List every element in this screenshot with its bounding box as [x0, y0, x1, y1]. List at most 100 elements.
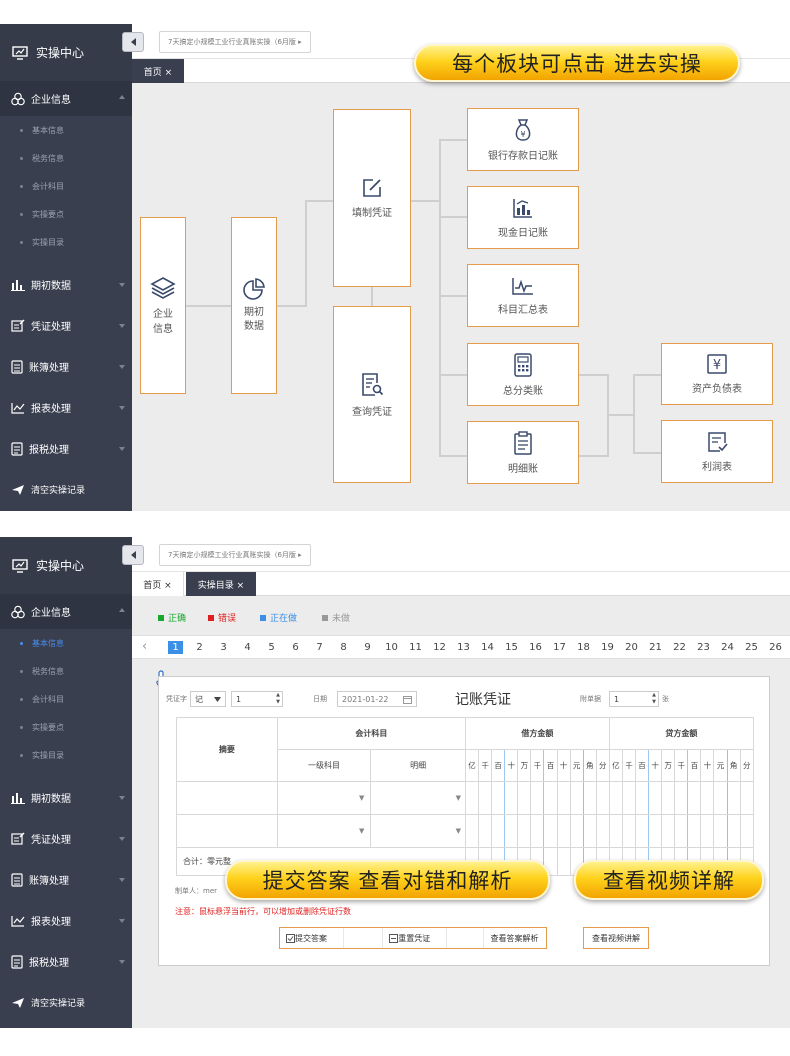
amount-digit-cell[interactable]: [621, 781, 636, 815]
amount-digit-cell[interactable]: [713, 814, 728, 848]
amount-digit-cell[interactable]: [621, 814, 636, 848]
sidebar-menu-report[interactable]: 报表处理: [0, 900, 132, 941]
summary-cell[interactable]: [176, 781, 278, 815]
amount-digit-cell[interactable]: [739, 781, 755, 815]
page-number[interactable]: 23: [696, 641, 711, 654]
sidebar-menu-tax[interactable]: 报税处理: [0, 941, 132, 982]
sidebar-item-key-points[interactable]: 实操要点: [0, 713, 132, 741]
stepper-arrows-icon[interactable]: ▲ ▼: [652, 692, 656, 706]
page-number[interactable]: 14: [480, 641, 495, 654]
amount-digit-cell[interactable]: [582, 781, 597, 815]
page-number[interactable]: 9: [360, 641, 375, 654]
amount-digit-cell[interactable]: [687, 814, 702, 848]
page-number[interactable]: 22: [672, 641, 687, 654]
module-detail-ledger[interactable]: 明细账: [467, 421, 579, 484]
sidebar-menu-clear[interactable]: 清空实操记录: [0, 469, 132, 510]
level1-account-select[interactable]: ▼: [276, 814, 372, 848]
chevron-left-icon[interactable]: ‹: [142, 639, 147, 654]
module-income-statement[interactable]: 利润表: [661, 420, 773, 483]
amount-digit-cell[interactable]: [556, 847, 571, 876]
page-number[interactable]: 13: [456, 641, 471, 654]
page-number[interactable]: 12: [432, 641, 447, 654]
amount-digit-cell[interactable]: [464, 814, 480, 848]
module-query-voucher[interactable]: 查询凭证: [333, 306, 411, 483]
page-number[interactable]: 20: [624, 641, 639, 654]
amount-digit-cell[interactable]: [517, 814, 532, 848]
page-number[interactable]: 17: [552, 641, 567, 654]
amount-digit-cell[interactable]: [569, 814, 584, 848]
submit-answer-button[interactable]: 提交答案: [280, 928, 344, 948]
amount-digit-cell[interactable]: [504, 781, 519, 815]
amount-digit-cell[interactable]: [582, 814, 597, 848]
page-number[interactable]: 5: [264, 641, 279, 654]
sidebar-menu-opening-data[interactable]: 期初数据: [0, 264, 132, 305]
amount-digit-cell[interactable]: [595, 781, 610, 815]
page-number[interactable]: 11: [408, 641, 423, 654]
tab-home[interactable]: 首页 ×: [132, 572, 184, 596]
page-number[interactable]: 24: [720, 641, 735, 654]
module-opening-data[interactable]: 期初 数据: [231, 217, 277, 394]
amount-digit-cell[interactable]: [634, 781, 650, 815]
amount-digit-cell[interactable]: [608, 781, 623, 815]
amount-digit-cell[interactable]: [726, 814, 741, 848]
page-number[interactable]: 1: [168, 641, 183, 654]
page-number[interactable]: 16: [528, 641, 543, 654]
sidebar-brand[interactable]: 实操中心: [0, 537, 132, 594]
sidebar-menu-ledger[interactable]: 账簿处理: [0, 346, 132, 387]
sidebar-item-tax-info[interactable]: 税务信息: [0, 657, 132, 685]
amount-digit-cell[interactable]: [543, 781, 558, 815]
sidebar-item-tax-info[interactable]: 税务信息: [0, 144, 132, 172]
amount-digit-cell[interactable]: [739, 814, 755, 848]
amount-digit-cell[interactable]: [661, 781, 676, 815]
amount-digit-cell[interactable]: [595, 814, 610, 848]
amount-digit-cell[interactable]: [608, 814, 623, 848]
amount-digit-cell[interactable]: [556, 814, 571, 848]
sidebar-toggle-button[interactable]: [122, 32, 144, 52]
amount-digit-cell[interactable]: [530, 781, 545, 815]
amount-digit-cell[interactable]: [726, 781, 741, 815]
page-number[interactable]: 26: [768, 641, 783, 654]
sidebar-item-basic-info[interactable]: 基本信息: [0, 629, 132, 657]
page-number[interactable]: 3: [216, 641, 231, 654]
stepper-arrows-icon[interactable]: ▲ ▼: [276, 692, 280, 706]
amount-digit-cell[interactable]: [569, 781, 584, 815]
sidebar-item-basic-info[interactable]: 基本信息: [0, 116, 132, 144]
amount-digit-cell[interactable]: [634, 814, 650, 848]
amount-digit-cell[interactable]: [517, 781, 532, 815]
page-number[interactable]: 25: [744, 641, 759, 654]
view-analysis-button[interactable]: 查看答案解析: [484, 928, 546, 948]
detail-account-select[interactable]: ▼: [370, 781, 466, 815]
amount-digit-cell[interactable]: [556, 781, 571, 815]
sidebar-menu-tax[interactable]: 报税处理: [0, 428, 132, 469]
amount-digit-cell[interactable]: [478, 781, 493, 815]
module-company-info[interactable]: 企业 信息: [140, 217, 186, 394]
amount-digit-cell[interactable]: [661, 814, 676, 848]
sidebar-toggle-button[interactable]: [122, 545, 144, 565]
module-bank-journal[interactable]: ¥ 银行存款日记账: [467, 108, 579, 171]
sidebar-menu-report[interactable]: 报表处理: [0, 387, 132, 428]
page-number[interactable]: 18: [576, 641, 591, 654]
tab-home[interactable]: 首页 ×: [132, 59, 184, 83]
sidebar-menu-ledger[interactable]: 账簿处理: [0, 859, 132, 900]
module-balance-sheet[interactable]: ¥ 资产负债表: [661, 343, 773, 405]
amount-digit-cell[interactable]: [700, 814, 715, 848]
sidebar-group-company[interactable]: 企业信息: [0, 81, 132, 116]
sidebar-menu-clear[interactable]: 清空实操记录: [0, 982, 132, 1023]
module-fill-voucher[interactable]: 填制凭证: [333, 109, 411, 287]
amount-digit-cell[interactable]: [464, 781, 480, 815]
amount-digit-cell[interactable]: [491, 781, 506, 815]
amount-digit-cell[interactable]: [687, 781, 702, 815]
calendar-icon[interactable]: [403, 695, 412, 704]
course-selector[interactable]: 7天搞定小规模工业行业真账实操（6月版 ▸: [159, 544, 311, 566]
page-number[interactable]: 10: [384, 641, 399, 654]
page-number[interactable]: 21: [648, 641, 663, 654]
sidebar-menu-opening-data[interactable]: 期初数据: [0, 777, 132, 818]
amount-digit-cell[interactable]: [674, 781, 689, 815]
amount-digit-cell[interactable]: [648, 814, 663, 848]
table-row[interactable]: ▼ ▼: [176, 814, 755, 848]
sidebar-menu-voucher[interactable]: 凭证处理: [0, 305, 132, 346]
sidebar-group-company[interactable]: 企业信息: [0, 594, 132, 629]
voucher-number-stepper[interactable]: 1 ▲ ▼: [231, 691, 283, 707]
view-video-button[interactable]: 查看视频讲解: [583, 927, 649, 949]
module-cash-journal[interactable]: 现金日记账: [467, 186, 579, 249]
